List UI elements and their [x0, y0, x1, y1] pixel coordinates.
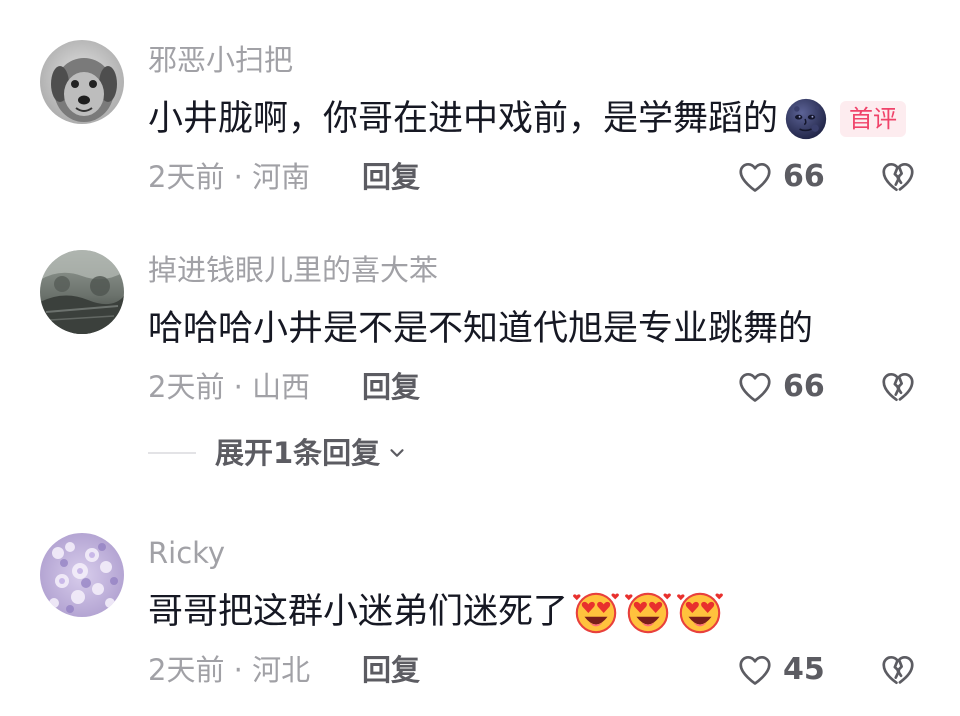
username[interactable]: 掉进钱眼儿里的喜大苯 — [148, 252, 438, 288]
comment-text: 哈哈哈小井是不是不知道代旭是专业跳舞的 — [148, 309, 814, 349]
expand-replies-row: 展开1条回复 — [0, 435, 960, 471]
comment-content: 哥哥把这群小迷弟们迷死了 — [148, 589, 724, 635]
time-location: 2天前 · 山西 — [148, 370, 311, 404]
reply-button[interactable]: 回复 — [362, 651, 420, 689]
divider-line — [148, 452, 196, 454]
like-count: 66 — [783, 369, 825, 404]
comment-item: 掉进钱眼儿里的喜大苯 哈哈哈小井是不是不知道代旭是专业跳舞的 2天前 · 山西 … — [0, 250, 960, 420]
heart-eyes-emoji — [625, 592, 671, 634]
time-location: 2天前 · 河南 — [148, 160, 311, 194]
expand-replies-label: 展开1条回复 — [215, 436, 381, 470]
comment-text: 小井胧啊，你哥在进中戏前，是学舞蹈的 — [148, 99, 779, 139]
comment-meta-row: 2天前 · 河北 回复 45 — [0, 651, 960, 689]
reply-button[interactable]: 回复 — [362, 368, 420, 406]
username[interactable]: 邪恶小扫把 — [148, 42, 293, 78]
time-location: 2天前 · 河北 — [148, 653, 311, 687]
landscape-photo-avatar — [40, 250, 124, 334]
username[interactable]: Ricky — [148, 535, 225, 571]
comment-meta-row: 2天前 · 山西 回复 66 — [0, 368, 960, 406]
heart-eyes-emoji — [573, 592, 619, 634]
avatar[interactable] — [40, 250, 124, 334]
like-count: 66 — [783, 159, 825, 194]
comment-text: 哥哥把这群小迷弟们迷死了 — [148, 592, 569, 632]
broken-heart-icon[interactable] — [878, 368, 918, 406]
heart-outline-icon[interactable] — [735, 368, 775, 406]
broken-heart-icon[interactable] — [878, 651, 918, 689]
comment-content: 小井胧啊，你哥在进中戏前，是学舞蹈的 首评 — [148, 96, 907, 142]
like-count: 45 — [783, 652, 825, 687]
comment-meta-row: 2天前 · 河南 回复 66 — [0, 158, 960, 196]
comment-content: 哈哈哈小井是不是不知道代旭是专业跳舞的 — [148, 306, 813, 352]
chevron-down-icon — [390, 449, 404, 457]
avatar[interactable] — [40, 533, 124, 617]
lavender-flowers-avatar — [40, 533, 124, 617]
heart-eyes-emoji — [677, 592, 723, 634]
first-comment-badge: 首评 — [840, 101, 907, 137]
comment-item: 邪恶小扫把 小井胧啊，你哥在进中戏前，是学舞蹈的 首评 2天前 · 河南 回复 — [0, 40, 960, 210]
comment-item: Ricky 哥哥把这群小迷弟们迷死了 2天前 · 河北 回复 45 — [0, 533, 960, 703]
broken-heart-icon[interactable] — [878, 158, 918, 196]
heart-outline-icon[interactable] — [735, 651, 775, 689]
avatar[interactable] — [40, 40, 124, 124]
expand-replies-button[interactable]: 展开1条回复 — [215, 435, 408, 471]
reply-button[interactable]: 回复 — [362, 158, 420, 196]
dog-photo-avatar — [40, 40, 124, 124]
moon-face-emoji — [785, 98, 827, 140]
heart-outline-icon[interactable] — [735, 158, 775, 196]
